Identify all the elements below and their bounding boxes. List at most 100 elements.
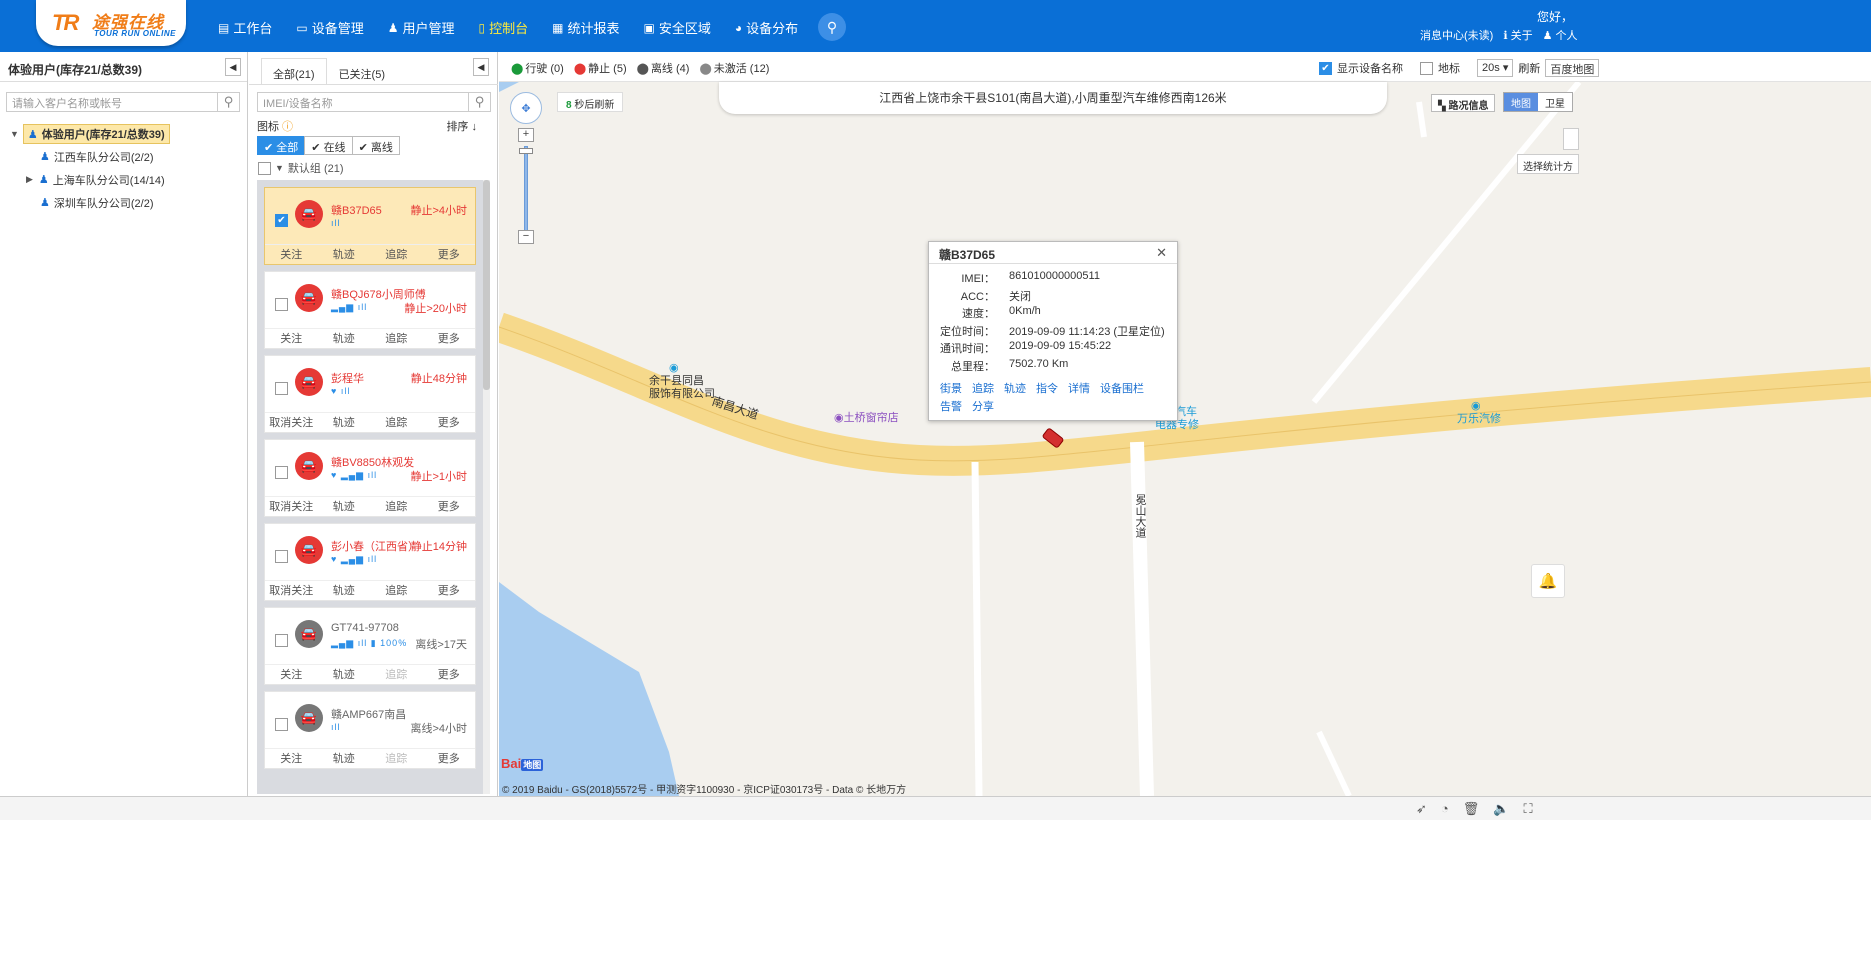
device-list-scrollbar[interactable] — [483, 180, 490, 794]
device-checkbox[interactable] — [275, 298, 288, 311]
track-button[interactable]: 轨迹 — [318, 329, 371, 348]
search-icon[interactable]: ⚲ — [217, 93, 239, 111]
tree-root-row[interactable]: ▼ ♟ 体验用户(库存21/总数39) — [10, 122, 170, 145]
trash-icon[interactable]: 🗑 — [1463, 801, 1480, 817]
device-checkbox[interactable] — [275, 550, 288, 563]
nav-item[interactable]: ▦ 统计报表 — [552, 18, 619, 37]
search-icon[interactable]: ⚲ — [818, 13, 846, 41]
filter-all[interactable]: ✔ 全部 — [257, 136, 306, 155]
legend-item[interactable]: ⬤ 静止 (5) — [574, 60, 627, 76]
popup-link[interactable]: 追踪 — [972, 380, 994, 396]
logo[interactable]: TR 途强在线 TOUR RUN ONLINE — [36, 0, 186, 46]
popup-link[interactable]: 分享 — [972, 398, 994, 414]
help-icon[interactable]: ⓘ — [279, 121, 293, 133]
about-link[interactable]: ℹ 关于 — [1503, 27, 1532, 43]
popup-link[interactable]: 轨迹 — [1004, 380, 1026, 396]
map-type-satellite[interactable]: 卫星 — [1538, 93, 1572, 111]
device-name[interactable]: 赣BV8850林观发 — [331, 454, 414, 470]
traffic-button[interactable]: ▚ 路况信息 — [1431, 94, 1496, 112]
device-card[interactable]: 🚘 赣AMP667南昌 离线>4小时 ıll 关注 轨迹 追踪 更多 — [264, 691, 476, 769]
map-type-map[interactable]: 地图 — [1504, 93, 1538, 111]
trace-button[interactable]: 追踪 — [370, 665, 423, 684]
device-search-input[interactable]: IMEI/设备名称 ⚲ — [257, 92, 491, 112]
device-name[interactable]: GT741-97708 — [331, 622, 399, 634]
track-button[interactable]: 轨迹 — [318, 581, 371, 600]
device-card[interactable]: 🚘 赣BQJ678小周师傅 静止>20小时 ▂▄▆ ıll 关注 轨迹 追踪 更… — [264, 271, 476, 349]
map-provider-select[interactable]: 百度地图 — [1545, 59, 1600, 77]
popup-link[interactable]: 告警 — [940, 398, 962, 414]
speaker-icon[interactable]: 🔈 — [1493, 801, 1509, 817]
more-button[interactable]: 更多 — [423, 497, 476, 516]
group-checkbox[interactable] — [258, 161, 271, 175]
track-button[interactable]: 轨迹 — [318, 497, 371, 516]
tree-node[interactable]: ▶ ♟ 上海车队分公司(14/14) — [10, 168, 170, 191]
follow-button[interactable]: 取消关注 — [265, 581, 318, 600]
filter-offline[interactable]: ✔ 离线 — [351, 136, 400, 155]
track-button[interactable]: 轨迹 — [318, 413, 371, 432]
zoom-out-button[interactable]: − — [518, 230, 534, 244]
sort-button[interactable]: 排序 ↓ — [446, 118, 477, 134]
track-button[interactable]: 轨迹 — [318, 665, 371, 684]
personal-link[interactable]: ♟ 个人 — [1543, 27, 1578, 43]
trace-button[interactable]: 追踪 — [370, 497, 423, 516]
follow-button[interactable]: 关注 — [265, 329, 318, 348]
close-icon[interactable]: ✕ — [1156, 245, 1167, 261]
follow-button[interactable]: 关注 — [265, 665, 318, 684]
fullscreen-icon[interactable]: ⛶ — [1523, 801, 1532, 817]
track-button[interactable]: 轨迹 — [318, 749, 371, 768]
device-checkbox[interactable] — [275, 634, 288, 647]
show-name-checkbox[interactable]: ✔ — [1319, 61, 1332, 75]
device-card[interactable]: 🚘 GT741-97708 离线>17天 ▂▄▆ ıll ▮ 100% 关注 轨… — [264, 607, 476, 685]
landmark-checkbox[interactable] — [1420, 61, 1433, 75]
more-button[interactable]: 更多 — [423, 413, 476, 432]
more-button[interactable]: 更多 — [423, 749, 476, 768]
legend-item[interactable]: ⬤ 离线 (4) — [637, 60, 690, 76]
zoom-in-button[interactable]: + — [518, 128, 534, 142]
follow-button[interactable]: 取消关注 — [265, 413, 318, 432]
collapse-left-button[interactable]: ◀ — [225, 58, 241, 76]
caret-right-icon[interactable]: ▶ — [26, 174, 33, 185]
trace-button[interactable]: 追踪 — [370, 581, 423, 600]
pan-control-icon[interactable]: ✥ — [510, 92, 542, 124]
popup-link[interactable]: 详情 — [1068, 380, 1090, 396]
tree-node[interactable]: ♟ 江西车队分公司(2/2) — [10, 145, 170, 168]
map-side-tool[interactable] — [1563, 128, 1579, 150]
collapse-device-button[interactable]: ◀ — [473, 58, 489, 76]
device-card[interactable]: 🚘 赣BV8850林观发 静止>1小时 ♥ ▂▄▆ ıll 取消关注 轨迹 追踪… — [264, 439, 476, 517]
device-checkbox[interactable] — [275, 466, 288, 479]
map-area[interactable]: ⬤ 行驶 (0) ⬤ 静止 (5) ⬤ 离线 (4) ⬤ 未激活 (12) ✔ 显示设备名称 … — [499, 52, 1871, 796]
refresh-interval-select[interactable]: 20s ▾ — [1477, 59, 1514, 77]
bell-icon[interactable]: 🔔 — [1531, 564, 1565, 598]
follow-button[interactable]: 关注 — [265, 749, 318, 768]
trace-button[interactable]: 追踪 — [370, 413, 423, 432]
device-card[interactable]: 🚘 彭程华 静止48分钟 ♥ ıll 取消关注 轨迹 追踪 更多 — [264, 355, 476, 433]
message-center-link[interactable]: 消息中心(未读) — [1420, 27, 1493, 43]
more-button[interactable]: 更多 — [423, 329, 476, 348]
scrollbar-thumb[interactable] — [483, 180, 490, 390]
device-checkbox[interactable]: ✔ — [275, 214, 288, 227]
tree-node[interactable]: ♟ 深圳车队分公司(2/2) — [10, 191, 170, 214]
nav-item[interactable]: ♟ 用户管理 — [388, 18, 455, 37]
stats-select[interactable]: 选择统计方 — [1517, 154, 1579, 174]
trace-button[interactable]: 追踪 — [370, 245, 423, 264]
customer-search-input[interactable]: 请输入客户名称或帐号 ⚲ — [6, 92, 240, 112]
nav-item[interactable]: ▤ 工作台 — [218, 18, 272, 37]
speedometer-icon[interactable]: ◔ — [1441, 801, 1449, 817]
nav-item[interactable]: ◕ 设备分布 — [735, 18, 798, 37]
legend-item[interactable]: ⬤ 未激活 (12) — [699, 60, 769, 76]
track-button[interactable]: 轨迹 — [318, 245, 371, 264]
device-card[interactable]: 🚘 彭小春（江西省） 静止14分钟 ♥ ▂▄▆ ıll 取消关注 轨迹 追踪 更… — [264, 523, 476, 601]
tab-all[interactable]: 全部(21) — [261, 58, 327, 84]
trace-button[interactable]: 追踪 — [370, 329, 423, 348]
more-button[interactable]: 更多 — [423, 581, 476, 600]
more-button[interactable]: 更多 — [423, 245, 476, 264]
nav-item[interactable]: ▯ 控制台 — [479, 18, 529, 37]
trace-button[interactable]: 追踪 — [370, 749, 423, 768]
rocket-icon[interactable]: ➶ — [1416, 801, 1427, 817]
follow-button[interactable]: 关注 — [265, 245, 318, 264]
tab-followed[interactable]: 已关注(5) — [327, 58, 397, 84]
caret-down-icon[interactable]: ▼ — [10, 129, 19, 139]
device-name[interactable]: 赣B37D65 — [331, 202, 382, 218]
zoom-rail[interactable] — [524, 146, 528, 236]
legend-item[interactable]: ⬤ 行驶 (0) — [511, 60, 564, 76]
